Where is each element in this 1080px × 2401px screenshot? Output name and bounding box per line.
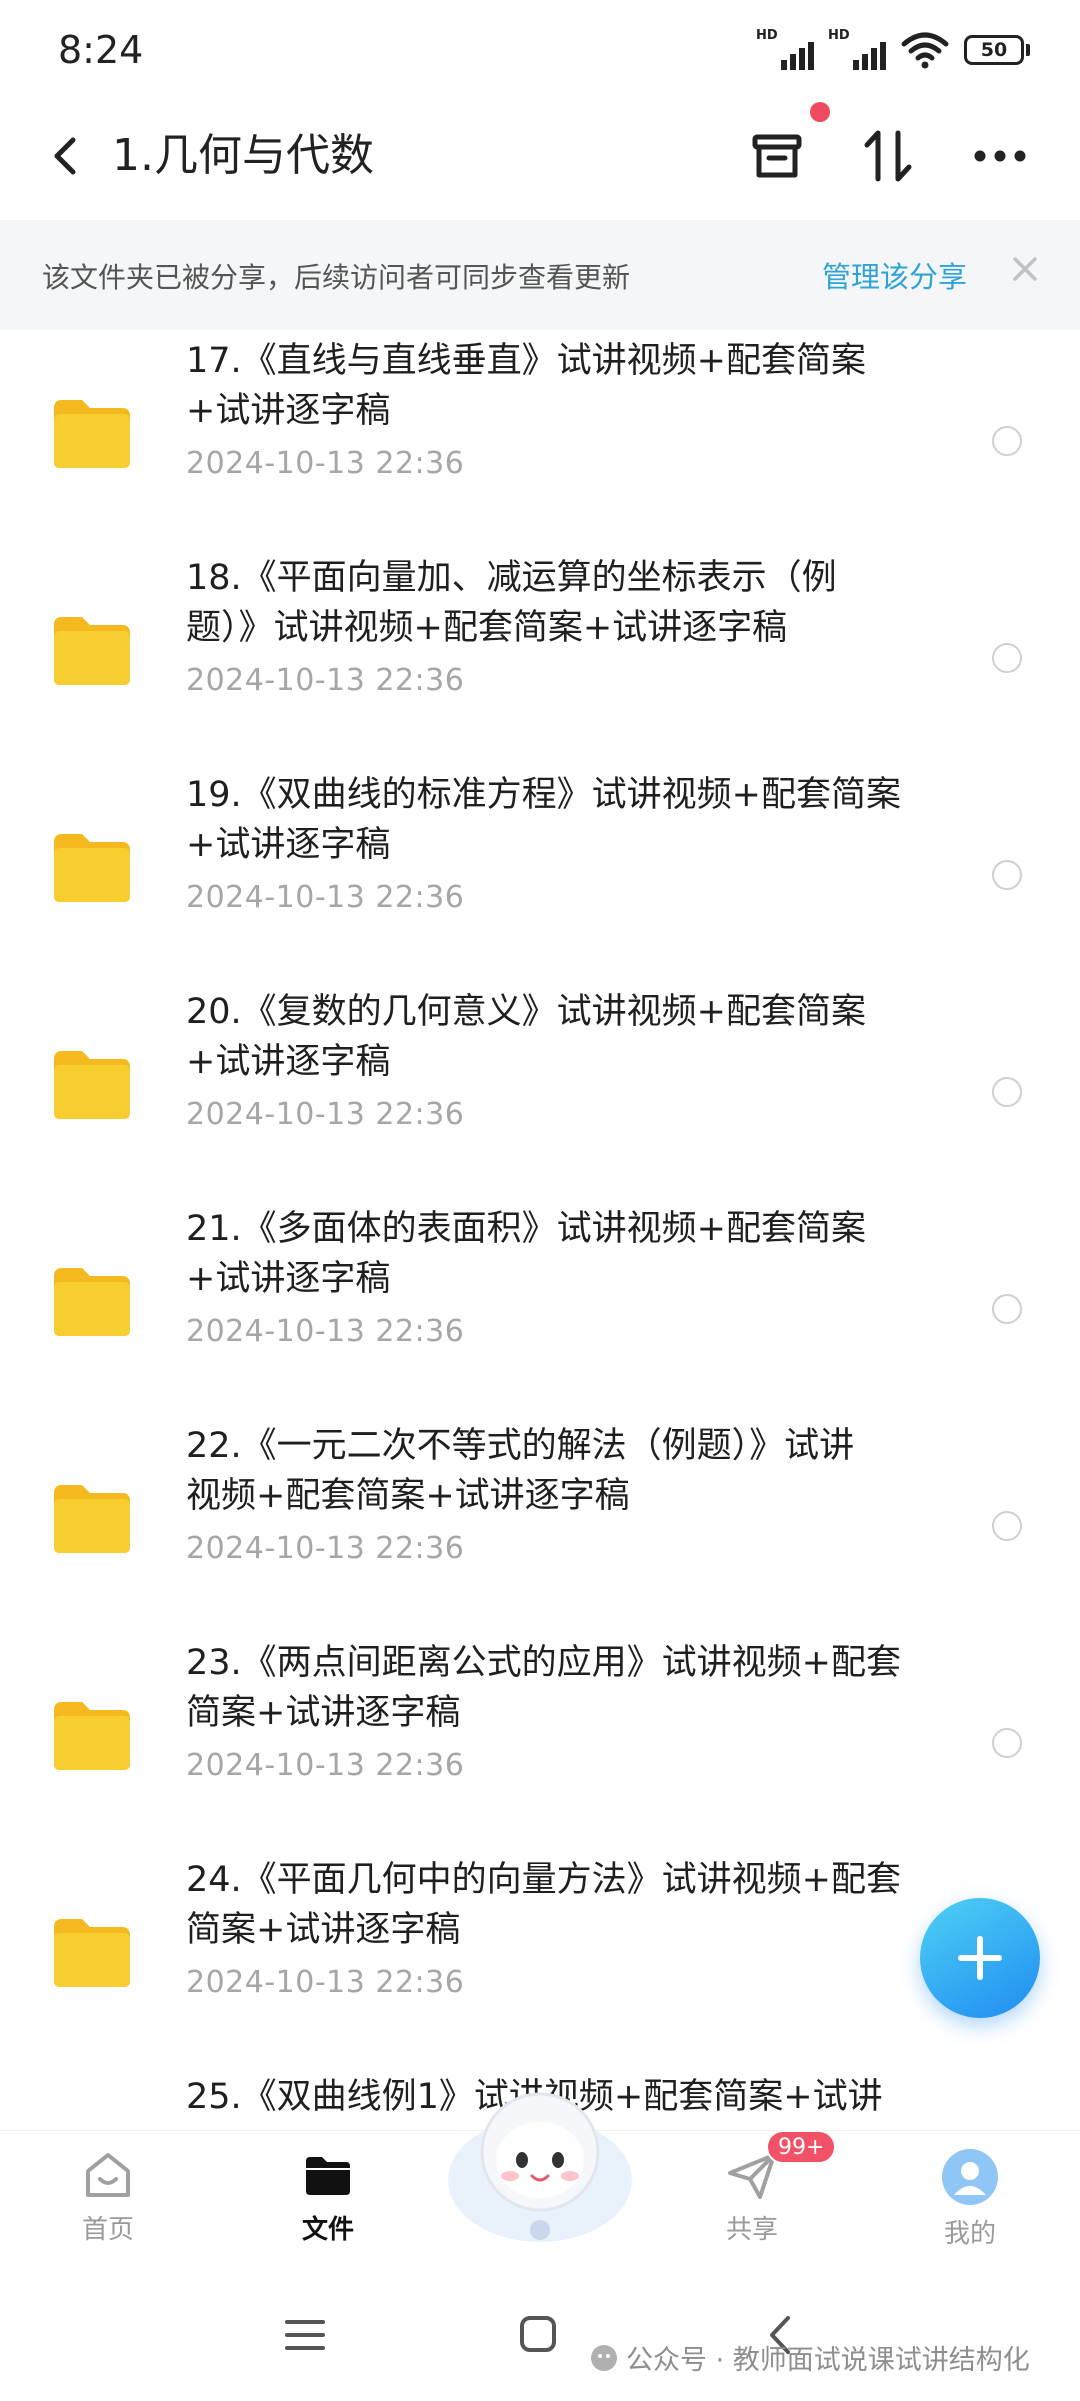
square-icon[interactable]	[508, 2310, 568, 2360]
file-date: 2024-10-13 22:36	[186, 1748, 465, 1783]
status-bar: 8:24 HD HD 50	[0, 0, 1080, 100]
watermark: 公众号 · 教师面试说课试讲结构化	[590, 2338, 1030, 2377]
sort-icon	[864, 130, 912, 182]
file-row[interactable]: 23.《两点间距离公式的应用》试讲视频+配套 简案+试讲逐字稿 2024-10-13…	[0, 1632, 1080, 1849]
nav-files-label: 文件	[301, 2215, 354, 2245]
select-checkbox[interactable]	[992, 643, 1022, 673]
signal-icon: HD	[828, 28, 886, 70]
file-row[interactable]: 22.《一元二次不等式的解法（例题）》试讲 视频+配套简案+试讲逐字稿 2024-1…	[0, 1415, 1080, 1632]
header: 1.几何与代数	[0, 100, 1080, 212]
back-button[interactable]	[38, 128, 94, 184]
status-icons: HD HD 50	[756, 28, 1030, 70]
system-nav	[0, 2270, 1080, 2401]
file-row[interactable]: 18.《平面向量加、减运算的坐标表示（例 题）》试讲视频+配套简案+试讲逐字稿 20…	[0, 547, 1080, 764]
sort-button[interactable]	[856, 124, 920, 188]
file-name-line2: +试讲逐字稿	[186, 1042, 391, 1082]
folder-icon	[54, 834, 130, 902]
nav-mine[interactable]: 我的	[900, 2147, 1040, 2250]
file-date: 2024-10-13 22:36	[186, 663, 465, 698]
file-name-line2: +试讲逐字稿	[186, 825, 391, 865]
nav-files[interactable]: 文件	[258, 2147, 398, 2246]
file-list: 17.《直线与直线垂直》试讲视频+配套简案 +试讲逐字稿 2024-10-13 22…	[0, 330, 1080, 2130]
folder-icon	[54, 1702, 130, 1770]
wechat-icon	[591, 2344, 617, 2371]
signal-icon: HD	[756, 28, 814, 70]
trash-button[interactable]	[745, 124, 809, 188]
file-row[interactable]: 24.《平面几何中的向量方法》试讲视频+配套 简案+试讲逐字稿 2024-10-13…	[0, 1849, 1080, 2066]
folder-icon	[54, 400, 130, 468]
folder-icon	[306, 2157, 350, 2195]
nav-home-label: 首页	[81, 2215, 134, 2245]
battery-level: 50	[964, 35, 1024, 65]
file-date: 2024-10-13 22:36	[186, 1965, 465, 2000]
avatar-icon	[942, 2149, 998, 2205]
file-row[interactable]: 17.《直线与直线垂直》试讲视频+配套简案 +试讲逐字稿 2024-10-13 22…	[0, 330, 1080, 547]
file-name-line1: 19.《双曲线的标准方程》试讲视频+配套简案	[186, 775, 901, 815]
folder-icon	[54, 1919, 130, 1987]
select-checkbox[interactable]	[992, 426, 1022, 456]
share-badge: 99+	[766, 2130, 837, 2164]
select-checkbox[interactable]	[992, 1511, 1022, 1541]
home-icon	[86, 2153, 130, 2197]
select-checkbox[interactable]	[992, 1294, 1022, 1324]
plus-icon	[958, 1936, 1002, 1980]
file-name-line2: +试讲逐字稿	[186, 391, 391, 431]
chevron-left-icon	[54, 137, 76, 175]
nav-home[interactable]: 首页	[38, 2147, 178, 2246]
file-name-line2: 简案+试讲逐字稿	[186, 1693, 461, 1733]
mascot-icon[interactable]	[440, 2080, 640, 2250]
close-icon[interactable]	[1010, 254, 1040, 284]
add-button[interactable]	[920, 1898, 1040, 2018]
file-date: 2024-10-13 22:36	[186, 1531, 465, 1566]
file-date: 2024-10-13 22:36	[186, 1097, 465, 1132]
share-banner: 该文件夹已被分享，后续访问者可同步查看更新 管理该分享	[0, 220, 1080, 330]
file-name-line1: 18.《平面向量加、减运算的坐标表示（例	[186, 558, 837, 598]
file-row[interactable]: 19.《双曲线的标准方程》试讲视频+配套简案 +试讲逐字稿 2024-10-13 2…	[0, 764, 1080, 981]
file-date: 2024-10-13 22:36	[186, 446, 465, 481]
more-button[interactable]	[968, 124, 1032, 188]
file-name-line1: 23.《两点间距离公式的应用》试讲视频+配套	[186, 1643, 901, 1683]
select-checkbox[interactable]	[992, 1728, 1022, 1758]
file-name-line1: 20.《复数的几何意义》试讲视频+配套简案	[186, 992, 866, 1032]
trash-icon	[752, 134, 802, 178]
notification-dot	[810, 102, 830, 122]
watermark-text: 公众号 · 教师面试说课试讲结构化	[626, 2345, 1030, 2376]
share-message: 该文件夹已被分享，后续访问者可同步查看更新	[42, 261, 631, 294]
file-name-line1: 21.《多面体的表面积》试讲视频+配套简案	[186, 1209, 866, 1249]
folder-icon	[54, 1485, 130, 1553]
file-row[interactable]: 21.《多面体的表面积》试讲视频+配套简案 +试讲逐字稿 2024-10-13 22…	[0, 1198, 1080, 1415]
signal-hd-label: HD	[828, 28, 850, 43]
folder-icon	[54, 1051, 130, 1119]
file-name-line2: 简案+试讲逐字稿	[186, 1910, 461, 1950]
more-icon	[974, 150, 1026, 162]
file-name-line1: 17.《直线与直线垂直》试讲视频+配套简案	[186, 341, 866, 381]
file-date: 2024-10-13 22:36	[186, 1314, 465, 1349]
wifi-icon	[901, 32, 949, 69]
nav-share-label: 共享	[725, 2215, 778, 2245]
select-checkbox[interactable]	[992, 1077, 1022, 1107]
file-name-line2: 题）》试讲视频+配套简案+试讲逐字稿	[186, 608, 788, 648]
file-date: 2024-10-13 22:36	[186, 880, 465, 915]
manage-share-link[interactable]: 管理该分享	[822, 254, 967, 296]
file-name-line2: +试讲逐字稿	[186, 1259, 391, 1299]
nav-mine-label: 我的	[943, 2219, 996, 2249]
file-name-line1: 24.《平面几何中的向量方法》试讲视频+配套	[186, 1860, 901, 1900]
status-time: 8:24	[58, 28, 144, 72]
signal-hd-label: HD	[756, 28, 778, 43]
file-name-line1: 22.《一元二次不等式的解法（例题）》试讲	[186, 1426, 855, 1466]
file-name-line2: 视频+配套简案+试讲逐字稿	[186, 1476, 630, 1516]
battery-icon: 50	[964, 35, 1030, 65]
folder-icon	[54, 1268, 130, 1336]
menu-icon[interactable]	[275, 2310, 335, 2360]
page-title: 1.几何与代数	[112, 130, 374, 181]
folder-icon	[54, 617, 130, 685]
select-checkbox[interactable]	[992, 860, 1022, 890]
file-row[interactable]: 20.《复数的几何意义》试讲视频+配套简案 +试讲逐字稿 2024-10-13 22…	[0, 981, 1080, 1198]
